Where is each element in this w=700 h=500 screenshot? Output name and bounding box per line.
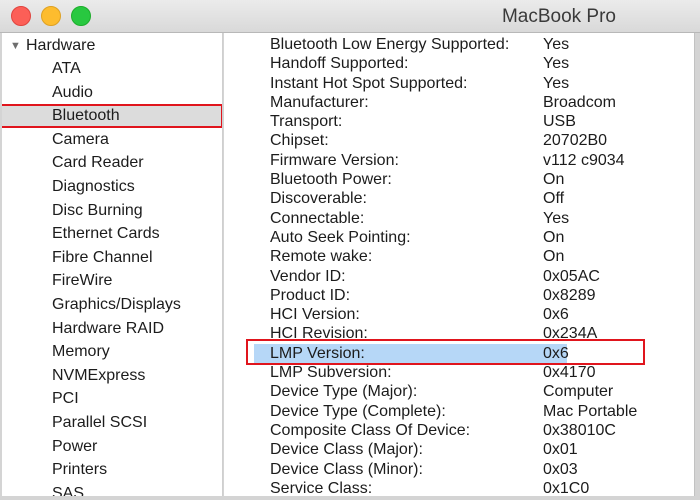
detail-key: LMP Subversion: — [270, 364, 392, 382]
detail-key: Handoff Supported: — [270, 55, 409, 73]
detail-value: 0x38010C — [543, 421, 616, 439]
detail-value: 0x01 — [543, 441, 578, 459]
detail-value: v112 c9034 — [543, 151, 625, 169]
annotation-highlight-box — [246, 339, 645, 365]
detail-value: 20702B0 — [543, 132, 608, 150]
detail-row[interactable]: Firmware Version: v112 c9034 — [224, 151, 694, 170]
detail-key: Connectable: — [270, 209, 365, 227]
detail-key: Composite Class Of Device: — [270, 421, 471, 439]
detail-row[interactable]: Transport: USB — [224, 112, 694, 131]
detail-row[interactable]: LMP Subversion: 0x4170 — [224, 363, 694, 382]
detail-row[interactable]: Auto Seek Pointing: On — [224, 228, 694, 247]
detail-row[interactable]: Handoff Supported: Yes — [224, 54, 694, 73]
detail-row[interactable]: Device Class (Minor): 0x03 — [224, 460, 694, 479]
detail-row[interactable]: Instant Hot Spot Supported: Yes — [224, 74, 694, 93]
detail-pane: Bluetooth Low Energy Supported: Yes Handof… — [224, 33, 694, 500]
detail-key: Transport: — [270, 113, 343, 131]
detail-value: Yes — [543, 209, 570, 227]
detail-row[interactable]: Composite Class Of Device: 0x38010C — [224, 421, 694, 440]
detail-row[interactable]: Bluetooth Low Energy Supported: Yes — [224, 35, 694, 54]
detail-value: 0x03 — [543, 460, 578, 478]
sidebar-item-diagnostics[interactable]: Diagnostics — [0, 175, 222, 199]
zoom-button[interactable] — [71, 6, 91, 26]
detail-value: 0x05AC — [543, 267, 600, 285]
detail-value: Off — [543, 190, 565, 208]
detail-row[interactable]: Chipset: 20702B0 — [224, 131, 694, 150]
detail-key: Vendor ID: — [270, 267, 346, 285]
sidebar-list: ATA Audio Bluetooth Camera Card Reader Diagno… — [0, 57, 222, 500]
detail-key: Instant Hot Spot Supported: — [270, 74, 468, 92]
detail-row[interactable]: Device Class (Major): 0x01 — [224, 440, 694, 459]
sidebar-section-label: Hardware — [26, 37, 96, 54]
detail-row[interactable]: Bluetooth Power: On — [224, 170, 694, 189]
detail-value: Yes — [543, 36, 570, 53]
sidebar-item-camera[interactable]: Camera — [0, 128, 222, 152]
detail-row[interactable]: Device Type (Major): Computer — [224, 382, 694, 401]
window-edge — [0, 33, 2, 500]
detail-row[interactable]: HCI Version: 0x6 — [224, 305, 694, 324]
detail-key: Device Type (Complete): — [270, 402, 446, 420]
detail-value: On — [543, 171, 565, 189]
detail-key: Auto Seek Pointing: — [270, 228, 411, 246]
detail-value: On — [543, 228, 565, 246]
detail-key: Product ID: — [270, 286, 351, 304]
detail-value: 0x6 — [543, 306, 569, 324]
detail-value: 0x8289 — [543, 286, 596, 304]
detail-key: Bluetooth Power: — [270, 171, 392, 189]
detail-row[interactable]: Remote wake: On — [224, 247, 694, 266]
detail-value: Computer — [543, 383, 614, 401]
sidebar-item-pci[interactable]: PCI — [0, 387, 222, 411]
sidebar-item-nvmexpress[interactable]: NVMExpress — [0, 364, 222, 388]
detail-row[interactable]: Product ID: 0x8289 — [224, 286, 694, 305]
title-bar: MacBook Pro — [0, 0, 700, 33]
detail-key: Chipset: — [270, 132, 329, 150]
sidebar: ▼ Hardware ATA Audio Bluetooth Camera Card R… — [0, 33, 223, 500]
sidebar-item-audio[interactable]: Audio — [0, 81, 222, 105]
detail-value: Yes — [543, 55, 570, 73]
sidebar-item-card-reader[interactable]: Card Reader — [0, 151, 222, 175]
sidebar-section-hardware[interactable]: ▼ Hardware — [10, 35, 95, 57]
sidebar-item-ata[interactable]: ATA — [0, 57, 222, 81]
close-button[interactable] — [11, 6, 31, 26]
detail-key: Remote wake: — [270, 248, 373, 266]
sidebar-item-ethernet-cards[interactable]: Ethernet Cards — [0, 222, 222, 246]
detail-row[interactable]: Vendor ID: 0x05AC — [224, 267, 694, 286]
detail-key: HCI Version: — [270, 306, 360, 324]
detail-value: Mac Portable — [543, 402, 638, 420]
detail-key: Manufacturer: — [270, 93, 369, 111]
detail-row[interactable]: Discoverable: Off — [224, 189, 694, 208]
detail-rows: Bluetooth Low Energy Supported: Yes Handof… — [224, 35, 694, 498]
window-edge-bottom — [0, 496, 700, 500]
detail-key: Device Class (Major): — [270, 441, 423, 459]
detail-key: Bluetooth Low Energy Supported: — [270, 36, 510, 53]
sidebar-item-parallel-scsi[interactable]: Parallel SCSI — [0, 411, 222, 435]
sidebar-item-graphics-displays[interactable]: Graphics/Displays — [0, 293, 222, 317]
sidebar-item-printers[interactable]: Printers — [0, 458, 222, 482]
sidebar-item-fibre-channel[interactable]: Fibre Channel — [0, 246, 222, 270]
sidebar-item-memory[interactable]: Memory — [0, 340, 222, 364]
sidebar-item-bluetooth[interactable]: Bluetooth — [0, 104, 222, 128]
sidebar-item-power[interactable]: Power — [0, 435, 222, 459]
disclosure-triangle-icon[interactable]: ▼ — [10, 35, 22, 57]
detail-row[interactable]: Manufacturer: Broadcom — [224, 93, 694, 112]
detail-key: Discoverable: — [270, 190, 367, 208]
detail-value: 0x4170 — [543, 364, 596, 382]
sidebar-item-hardware-raid[interactable]: Hardware RAID — [0, 317, 222, 341]
detail-row[interactable]: Connectable: Yes — [224, 209, 694, 228]
minimize-button[interactable] — [41, 6, 61, 26]
detail-row[interactable]: Device Type (Complete): Mac Portable — [224, 402, 694, 421]
detail-value: Broadcom — [543, 93, 616, 111]
scrollbar[interactable] — [694, 33, 700, 500]
detail-value: On — [543, 248, 565, 266]
sidebar-item-firewire[interactable]: FireWire — [0, 269, 222, 293]
window-title: MacBook Pro — [501, 6, 616, 27]
detail-key: Firmware Version: — [270, 151, 399, 169]
detail-key: Device Class (Minor): — [270, 460, 423, 478]
detail-key: Device Type (Major): — [270, 383, 418, 401]
detail-value: Yes — [543, 74, 570, 92]
sidebar-item-disc-burning[interactable]: Disc Burning — [0, 199, 222, 223]
detail-value: USB — [543, 113, 576, 131]
